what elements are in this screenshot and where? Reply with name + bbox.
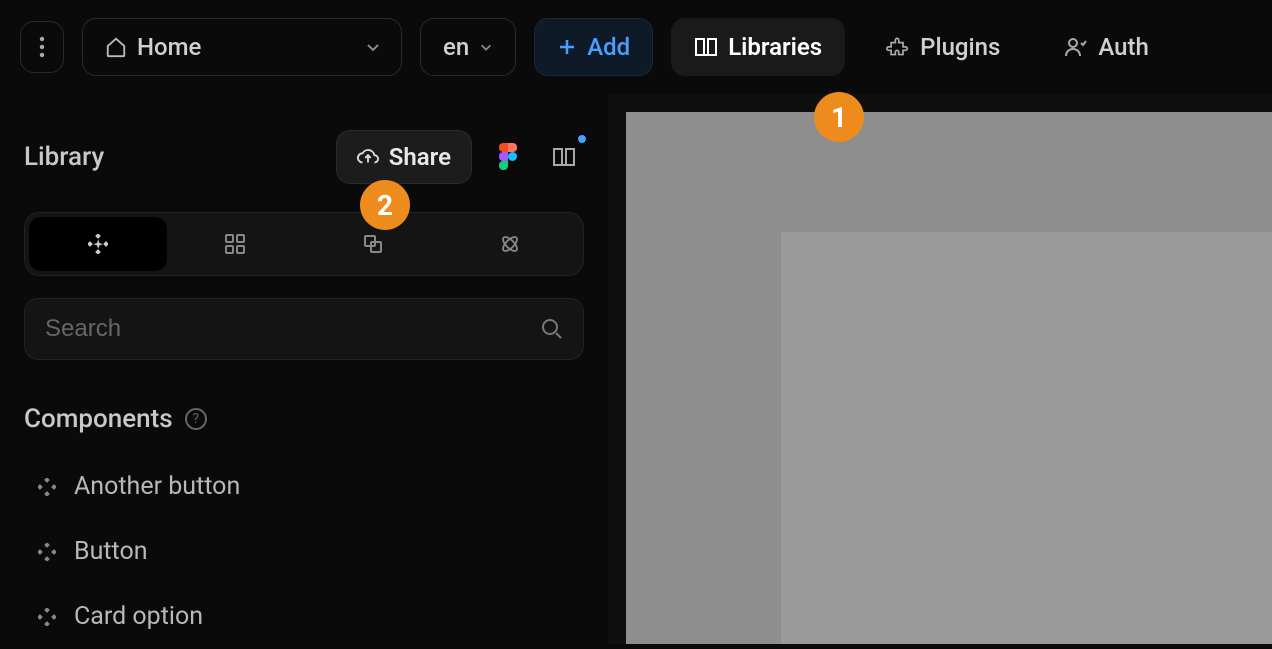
sidebar: Library Share	[0, 94, 608, 644]
layers-icon	[363, 234, 383, 254]
home-icon	[105, 36, 127, 58]
tab-components[interactable]	[29, 217, 167, 271]
atom-icon	[499, 233, 521, 255]
puzzle-icon	[886, 35, 910, 59]
library-title: Library	[24, 142, 320, 172]
book-open-icon	[551, 146, 577, 168]
component-item[interactable]: Card option	[24, 584, 584, 649]
components-header: Components ?	[24, 404, 584, 434]
annotation-badge-1: 1	[814, 92, 864, 142]
sparkle-icon	[88, 234, 108, 254]
search-icon	[541, 318, 563, 340]
canvas[interactable]	[626, 112, 1272, 644]
component-icon	[38, 478, 56, 496]
topbar: Home en Add Libraries Plugins Auth	[0, 0, 1272, 94]
chevron-down-icon	[365, 39, 381, 55]
plugins-tab[interactable]: Plugins	[863, 18, 1023, 76]
menu-button[interactable]	[20, 21, 64, 73]
library-header: Library Share	[24, 94, 584, 202]
view-tabs	[24, 212, 584, 276]
auth-tab[interactable]: Auth	[1041, 18, 1171, 76]
search-container	[24, 298, 584, 360]
search-input[interactable]	[45, 315, 541, 343]
components-title: Components	[24, 404, 173, 434]
notification-dot	[578, 135, 586, 143]
figma-button[interactable]	[488, 137, 528, 177]
plugins-label: Plugins	[920, 33, 1000, 61]
component-icon	[38, 543, 56, 561]
help-icon[interactable]: ?	[185, 408, 207, 430]
share-label: Share	[389, 143, 451, 171]
home-dropdown[interactable]: Home	[82, 18, 402, 76]
docs-button[interactable]	[544, 137, 584, 177]
user-icon	[1064, 35, 1088, 59]
tab-atom[interactable]	[442, 217, 580, 271]
libraries-label: Libraries	[728, 33, 822, 61]
language-dropdown[interactable]: en	[420, 18, 516, 76]
add-button[interactable]: Add	[534, 18, 653, 76]
dots-vertical-icon	[39, 36, 45, 58]
grid-icon	[225, 234, 245, 254]
auth-label: Auth	[1098, 33, 1148, 61]
canvas-area	[608, 94, 1272, 644]
component-label: Another button	[74, 472, 240, 501]
tab-grid[interactable]	[167, 217, 305, 271]
cloud-upload-icon	[357, 147, 379, 167]
component-item[interactable]: Another button	[24, 454, 584, 519]
component-label: Button	[74, 537, 148, 566]
home-label: Home	[137, 33, 201, 61]
book-open-icon	[694, 36, 718, 58]
figma-icon	[499, 143, 517, 171]
language-label: en	[443, 33, 469, 61]
component-icon	[38, 608, 56, 626]
component-label: Card option	[74, 602, 203, 631]
main-area: Library Share	[0, 94, 1272, 644]
share-button[interactable]: Share	[336, 130, 472, 184]
canvas-artboard[interactable]	[781, 232, 1272, 644]
annotation-badge-2: 2	[360, 180, 410, 230]
component-item[interactable]: Button	[24, 519, 584, 584]
libraries-tab[interactable]: Libraries	[671, 18, 845, 76]
chevron-down-icon	[479, 40, 493, 54]
add-label: Add	[587, 33, 630, 61]
plus-icon	[557, 37, 577, 57]
